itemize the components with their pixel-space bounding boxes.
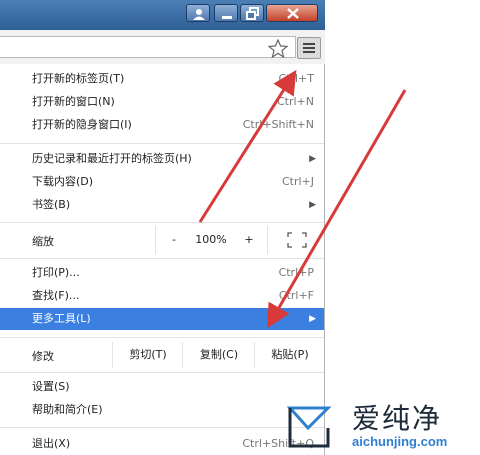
arrow-to-menu-button: [198, 69, 297, 223]
arrow-to-more-tools: [266, 89, 407, 329]
watermark-brand: 爱纯净: [352, 402, 443, 435]
annotation-arrows: [198, 69, 407, 329]
watermark-url: aichunjing.com: [352, 434, 448, 449]
